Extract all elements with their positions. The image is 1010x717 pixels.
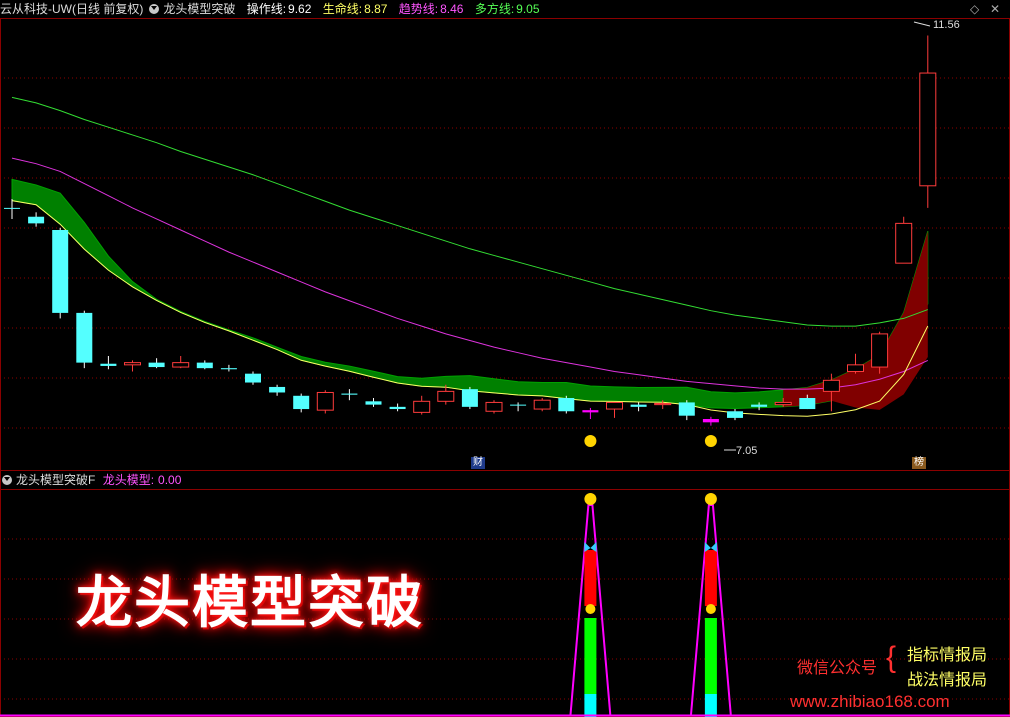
candle-body [52,230,69,313]
candle-body [124,362,141,366]
candle-body [4,207,20,209]
line-life-value: 8.87 [364,2,388,16]
candle-body [485,401,503,412]
signal-bar-red [704,550,717,606]
smiley-marker-icon [584,435,597,447]
sub-indicator-menu-icon[interactable] [2,475,12,485]
overlay-title: 龙头模型突破 [76,571,424,636]
finance-marker[interactable]: 财 [471,457,485,469]
candle-body [341,393,358,395]
candle-body [220,368,237,370]
smiley-marker-icon [704,435,717,447]
candle-body [606,401,623,410]
candle-body [413,400,431,413]
signal-bar-green [704,618,717,694]
ma-line-magenta [11,157,929,390]
candle-body [919,72,937,187]
signal-bar-cyan [704,694,717,717]
smiley-icon [704,493,717,505]
watermark-brace: { [886,641,897,674]
period-label: (日线 前复权) [72,2,144,16]
line-operate: 操作线: 9.62 [247,2,316,16]
line-life: 生命线: 8.87 [323,2,392,16]
candle-body [196,362,213,369]
candle-body [100,363,117,366]
close-icon[interactable]: ✕ [990,2,1000,16]
money-bag-icon [585,604,596,614]
candle-body [316,391,334,411]
candle-body [269,386,286,393]
candle-body [245,373,261,383]
candle-body [510,404,527,406]
money-bag-icon [705,604,716,614]
signal-bar-green [584,618,597,694]
diamond-icon[interactable]: ◇ [970,2,979,16]
signal-bar-cyan [584,694,597,717]
candle-body [895,222,913,264]
trend-band [11,178,929,409]
sub-indicator-name[interactable]: 龙头模型突破F [16,473,95,487]
candle-body [871,333,889,368]
app-name: 云从科技-UW [0,2,72,16]
candle-body [172,362,190,368]
candle-body [389,406,406,410]
candle-body [702,419,719,423]
candle-body [654,403,672,406]
sub-value: 0.00 [158,473,182,487]
candle-body [558,398,575,412]
candle-body [799,398,816,410]
low-price-label: 7.05 [736,445,758,457]
watermark-wechat: 微信公众号 [797,660,878,677]
candle-body [822,379,840,392]
rank-marker[interactable]: 榜 [912,457,926,469]
line-trend-value: 8.46 [440,2,464,16]
main-header: 云从科技-UW(日线 前复权) 龙头模型突破 操作线: 9.62 生命线: 8.87 … [0,0,548,18]
line-operate-label: 操作线: [246,2,287,16]
line-bull-label: 多方线: [474,2,515,16]
line-trend: 趋势线: 8.46 [399,2,468,16]
line-bull: 多方线: 9.05 [475,2,544,16]
ma-line-green [11,96,928,327]
candle-body [774,401,792,406]
line-operate-value: 9.62 [288,2,312,16]
indicator-name[interactable]: 龙头模型突破 [163,2,235,16]
smiley-icon [584,493,597,505]
line-life-label: 生命线: [322,2,363,16]
high-price-label: 11.56 [933,19,960,31]
candle-body [365,401,382,405]
watermark-name2: 战法情报局 [907,672,988,689]
sub-value-label: 龙头模型: [102,473,155,487]
watermark-name1: 指标情报局 [907,647,988,664]
candle-body [533,399,551,410]
signal-bar-red [584,550,597,606]
candle-body [293,395,310,410]
candle-body [148,362,165,368]
indicator-menu-icon[interactable] [149,4,160,14]
candle-body [461,389,478,407]
candle-body [76,312,93,363]
line-bull-value: 9.05 [516,2,540,16]
candle-body [582,410,599,413]
sub-header: 龙头模型突破F 龙头模型: 0.00 [0,471,185,489]
watermark-url: www.zhibiao168.com [790,692,950,711]
candle-body [630,404,647,407]
candle-body [28,216,45,224]
candle-body [678,402,695,416]
candle-body [847,364,864,372]
candle-body [751,404,768,407]
chart-window: 云从科技-UW(日线 前复权) 龙头模型突破 操作线: 9.62 生命线: 8.87 … [0,0,1010,717]
candle-body [727,411,743,418]
candle-body [437,390,455,402]
high-price-arrow [913,21,931,27]
line-trend-label: 趋势线: [398,2,439,16]
